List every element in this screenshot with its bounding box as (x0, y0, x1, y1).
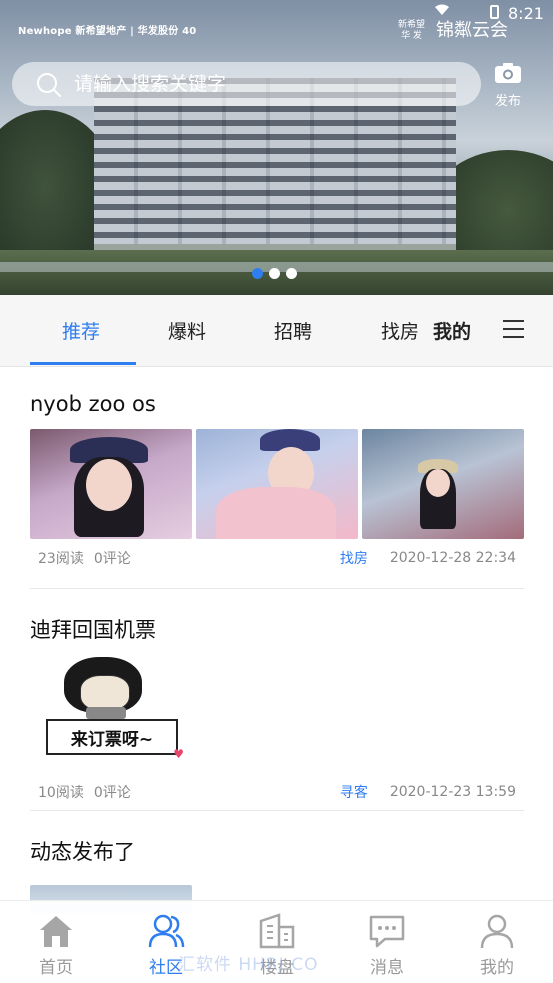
post-title: nyob zoo os (30, 392, 156, 416)
nav-profile[interactable]: 我的 (457, 911, 537, 978)
post-tag[interactable]: 寻客 (340, 782, 368, 802)
building-icon (259, 913, 295, 949)
post-image-row (30, 429, 524, 539)
post-meta: 23阅读 0评论 找房 2020-12-28 22:34 (30, 549, 524, 567)
tab-jobs[interactable]: 招聘 (274, 317, 312, 344)
community-icon (148, 914, 185, 948)
brand-sub-line2: 华 发 (401, 31, 422, 41)
nav-label: 我的 (480, 958, 514, 978)
category-tabs: 推荐 爆料 招聘 找房 我的 (0, 295, 553, 367)
post-meta: 10阅读 0评论 寻客 2020-12-23 13:59 (30, 783, 524, 801)
sticker-body (86, 707, 126, 719)
post-title: 迪拜回国机票 (30, 618, 156, 642)
post-image[interactable] (196, 429, 358, 539)
nav-home[interactable]: 首页 (16, 911, 96, 978)
brand-logo: Newhope 新希望地产 | 华发股份 40 (18, 26, 197, 37)
carousel-dot[interactable] (286, 268, 297, 279)
project-name: 锦粼云会 (436, 20, 508, 41)
publish-button[interactable]: 发布 (492, 62, 524, 109)
feed-post[interactable]: nyob zoo os 23阅读 0评论 找房 2020-12-28 22:34 (30, 392, 524, 567)
comment-count: 0评论 (93, 785, 131, 801)
carousel-dot[interactable] (252, 268, 263, 279)
heart-icon: ♥ (173, 747, 184, 761)
read-count: 10阅读 (38, 785, 84, 801)
tab-news[interactable]: 爆料 (168, 317, 206, 344)
carousel-indicator (252, 268, 297, 279)
watermark: 汇软件 HHRJ.CO (178, 955, 319, 975)
nav-label: 首页 (39, 958, 73, 978)
home-icon (40, 916, 72, 947)
feed-post[interactable]: 迪拜回国机票 来订票呀~ ♥ 10阅读 0评论 寻客 2020-12-23 13… (30, 614, 524, 801)
tab-mine[interactable]: 我的 (433, 317, 471, 344)
comment-count: 0评论 (93, 551, 131, 567)
tab-recommend[interactable]: 推荐 (62, 317, 100, 344)
profile-icon (480, 914, 514, 949)
post-title: 动态发布了 (30, 840, 135, 864)
message-icon (369, 915, 405, 948)
divider (30, 810, 524, 811)
brand-sub-logo: 新希望 华 发 (398, 20, 425, 42)
hero-banner[interactable]: Newhope 新希望地产 | 华发股份 40 新希望 华 发 锦粼云会 8:2… (0, 0, 553, 295)
post-time: 2020-12-28 22:34 (389, 550, 516, 566)
nav-label: 消息 (370, 958, 404, 978)
battery-icon (490, 5, 499, 19)
sticker-face (80, 675, 130, 711)
menu-icon[interactable] (503, 320, 524, 338)
status-time: 8:21 (508, 4, 544, 23)
carousel-dot[interactable] (269, 268, 280, 279)
search-bar[interactable] (12, 62, 481, 106)
post-image-sticker[interactable]: 来订票呀~ ♥ (46, 657, 184, 767)
publish-label: 发布 (494, 94, 521, 109)
sticker-caption: 来订票呀~ (46, 719, 178, 755)
post-image[interactable] (30, 429, 192, 539)
wifi-icon (435, 4, 449, 15)
brand-sub-line1: 新希望 (398, 20, 426, 30)
post-tag[interactable]: 找房 (340, 548, 368, 568)
search-input[interactable] (74, 73, 454, 95)
post-time: 2020-12-23 13:59 (389, 784, 516, 800)
nav-messages[interactable]: 消息 (347, 911, 427, 978)
camera-icon (495, 63, 521, 83)
search-icon (36, 72, 61, 97)
read-count: 23阅读 (38, 551, 84, 567)
tab-find-house[interactable]: 找房 (381, 317, 419, 344)
divider (30, 588, 524, 589)
active-tab-indicator (30, 362, 136, 365)
post-image[interactable] (362, 429, 524, 539)
